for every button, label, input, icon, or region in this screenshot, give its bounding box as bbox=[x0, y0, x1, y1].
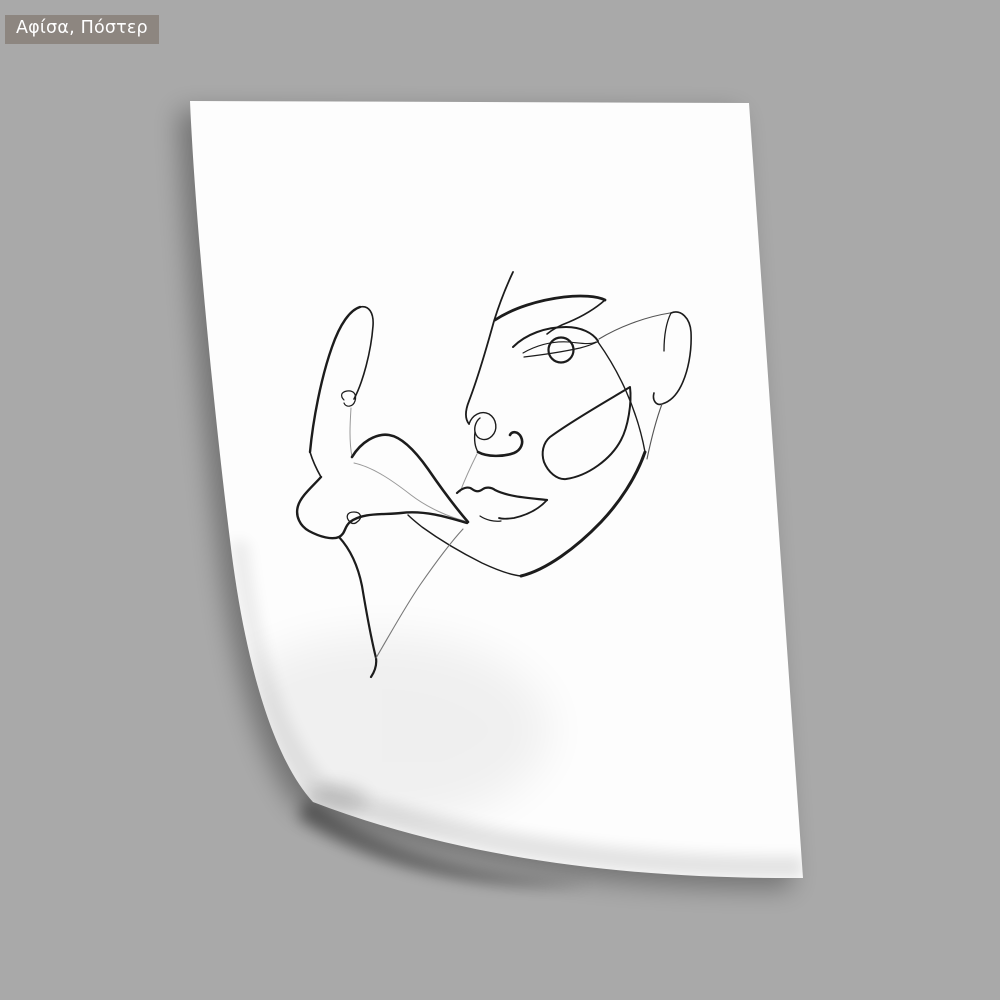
mockup-canvas: Αφίσα, Πόστερ bbox=[0, 0, 1000, 1000]
poster-mockup bbox=[179, 101, 803, 889]
category-badge: Αφίσα, Πόστερ bbox=[5, 15, 159, 44]
category-badge-label: Αφίσα, Πόστερ bbox=[16, 18, 148, 38]
